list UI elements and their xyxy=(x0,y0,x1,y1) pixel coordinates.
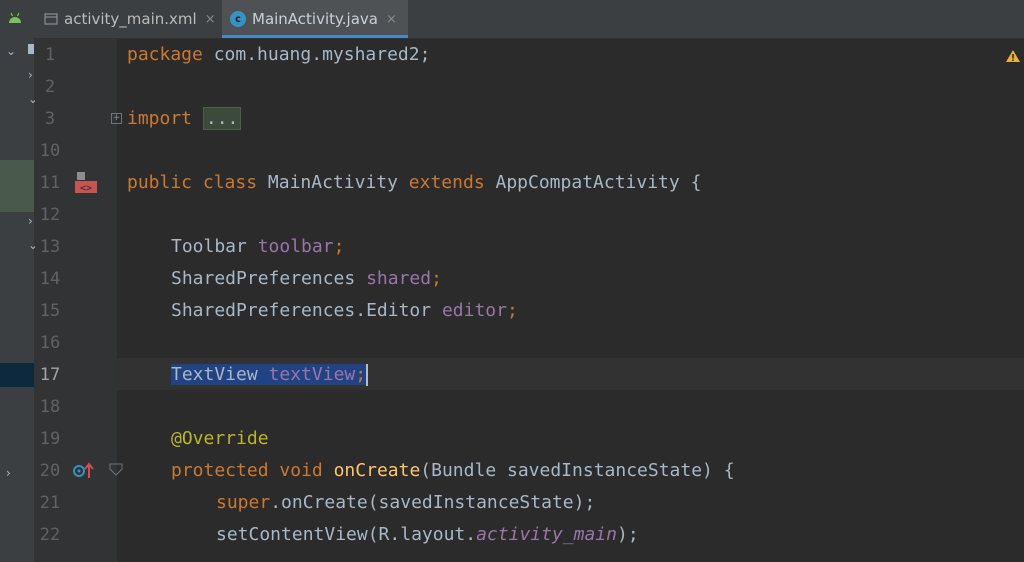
tab-label: MainActivity.java xyxy=(252,10,378,28)
warning-icon[interactable] xyxy=(1005,49,1021,63)
layout-reference: activity_main xyxy=(476,524,617,545)
java-class-icon: c xyxy=(230,11,246,27)
tab-activity-main-xml[interactable]: activity_main.xml × xyxy=(44,0,224,38)
chevron-right-icon[interactable]: › xyxy=(28,214,33,228)
type-name: TextView xyxy=(171,364,258,385)
line-number-current: 17 xyxy=(39,365,61,385)
semicolon: ; xyxy=(506,300,518,321)
parent-class: AppCompatActivity { xyxy=(495,172,702,193)
keyword: public xyxy=(127,172,193,193)
call-text: setContentView(R.layout. xyxy=(216,524,477,545)
field-name: editor xyxy=(441,300,507,321)
line-number: 22 xyxy=(39,525,61,545)
tree-item-icon xyxy=(28,44,34,54)
keyword: super xyxy=(216,492,271,513)
keyword: void xyxy=(279,460,323,481)
code-line-toolbar: Toolbar toolbar; xyxy=(171,231,344,263)
keyword: protected xyxy=(171,460,269,481)
fold-toggle-icon[interactable]: + xyxy=(111,113,122,124)
type-name: SharedPreferences xyxy=(171,268,356,289)
line-number: 10 xyxy=(39,141,61,161)
code-line-package: package com.huang.myshared2; xyxy=(127,39,430,71)
code-line-import: import ... xyxy=(127,103,242,135)
call-text: ); xyxy=(616,524,639,545)
field-name: textView xyxy=(268,364,356,385)
line-number: 20 xyxy=(39,461,61,481)
field-name: toolbar xyxy=(257,236,334,257)
code-line-oncreate: protected void onCreate(Bundle savedInst… xyxy=(171,455,735,487)
svg-text:<>: <> xyxy=(80,183,92,194)
keyword: import xyxy=(127,108,193,129)
package-name: com.huang.myshared2; xyxy=(202,44,431,65)
line-number: 15 xyxy=(39,301,61,321)
semicolon: ; xyxy=(355,364,367,385)
close-icon[interactable]: × xyxy=(386,12,397,27)
line-number: 1 xyxy=(44,45,56,65)
override-method-icon[interactable] xyxy=(72,462,94,480)
semicolon: ; xyxy=(431,268,442,289)
keyword: package xyxy=(127,44,203,65)
fold-marker-icon[interactable] xyxy=(109,463,123,477)
android-icon xyxy=(9,12,21,23)
text-caret xyxy=(366,364,369,386)
tree-focus-highlight xyxy=(0,363,34,387)
field-name: shared xyxy=(366,268,432,289)
code-line-textview: TextView textView; xyxy=(171,359,369,391)
code-line-class: public class MainActivity extends AppCom… xyxy=(127,167,701,199)
selected-text: TextView textView; xyxy=(171,364,367,385)
chevron-right-icon[interactable]: › xyxy=(28,68,33,82)
line-number: 18 xyxy=(39,397,61,417)
chevron-right-icon[interactable]: › xyxy=(6,466,11,480)
tree-selection-highlight xyxy=(0,160,34,212)
editor-tab-bar: activity_main.xml × c MainActivity.java … xyxy=(34,0,1024,39)
class-name: MainActivity xyxy=(267,172,398,193)
line-number: 2 xyxy=(44,77,56,97)
xml-layout-icon xyxy=(44,13,58,25)
line-number: 3 xyxy=(44,109,56,129)
line-number: 11 xyxy=(39,173,61,193)
code-line-editor: SharedPreferences.Editor editor; xyxy=(171,295,518,327)
method-params: (Bundle savedInstanceState) { xyxy=(420,460,735,481)
folded-imports[interactable]: ... xyxy=(202,107,242,130)
semicolon: ; xyxy=(333,236,345,257)
android-activity-icon[interactable]: <> xyxy=(73,171,99,195)
tab-label: activity_main.xml xyxy=(64,10,197,28)
line-number: 13 xyxy=(39,237,61,257)
keyword: class xyxy=(202,172,258,193)
line-number: 21 xyxy=(39,493,61,513)
call-text: .onCreate(savedInstanceState); xyxy=(270,492,596,513)
project-tool-strip: ⌄ › ⌄ › ⌄ › xyxy=(0,0,38,562)
expand-arrow-icon[interactable]: ⌄ xyxy=(6,44,16,58)
close-icon[interactable]: × xyxy=(205,12,216,27)
line-number: 19 xyxy=(39,429,61,449)
tab-mainactivity-java[interactable]: c MainActivity.java × xyxy=(222,0,408,38)
line-number: 14 xyxy=(39,269,61,289)
code-line-setcontentview: setContentView(R.layout.activity_main); xyxy=(216,519,639,551)
type-name: SharedPreferences.Editor xyxy=(171,300,432,321)
line-number: 16 xyxy=(39,333,61,353)
code-line-shared: SharedPreferences shared; xyxy=(171,263,442,295)
type-name: Toolbar xyxy=(171,236,247,257)
method-name: onCreate xyxy=(333,460,421,481)
code-line-annotation: @Override xyxy=(171,428,269,449)
code-line-super: super.onCreate(savedInstanceState); xyxy=(216,487,595,519)
keyword: extends xyxy=(408,172,485,193)
line-number: 12 xyxy=(39,205,61,225)
